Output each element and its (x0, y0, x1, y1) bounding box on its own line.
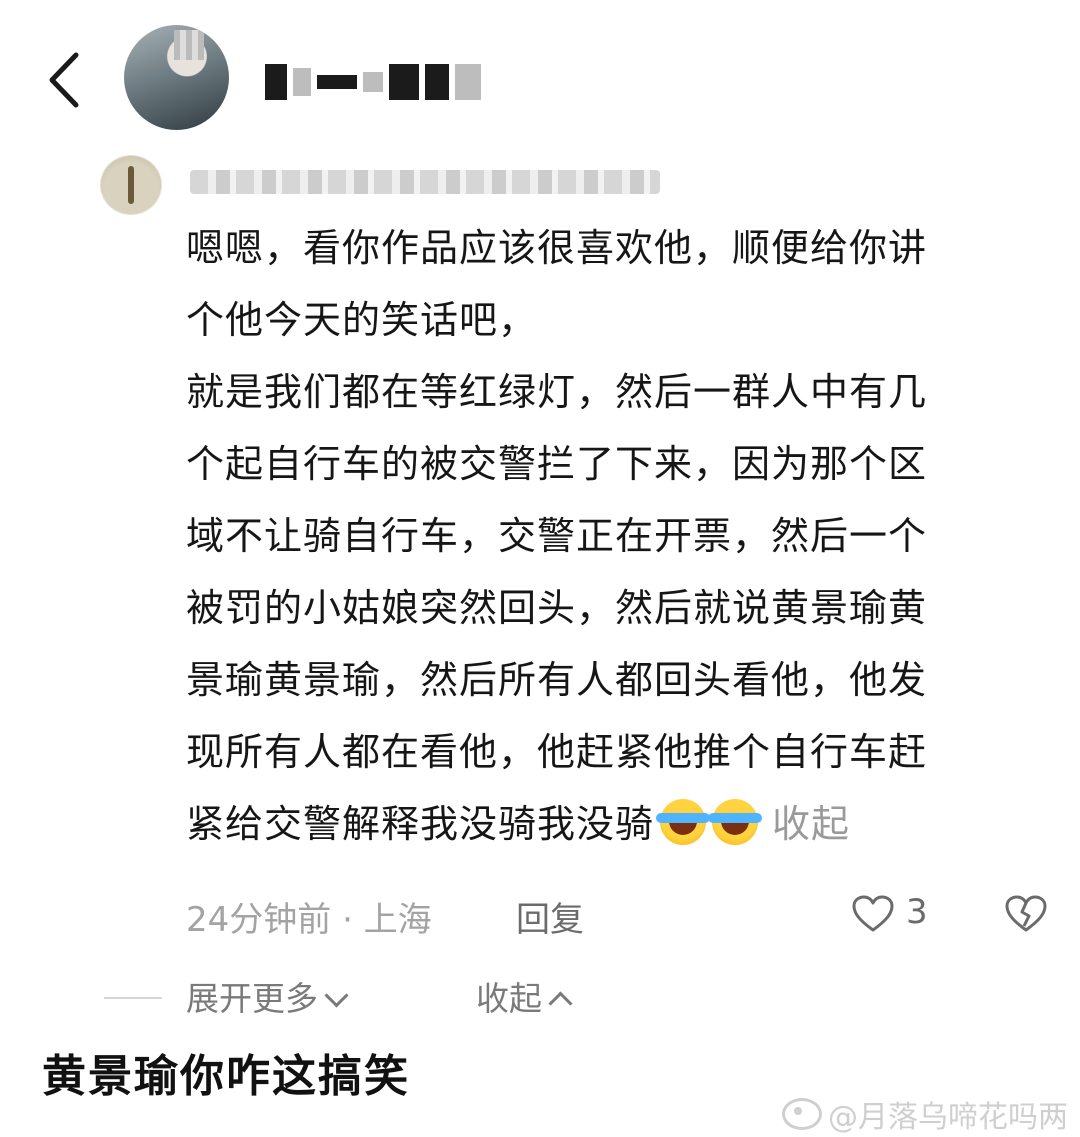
comment-time-location: 24分钟前 · 上海 (186, 900, 432, 940)
comment-line: 就是我们都在等红绿灯，然后一群人中有几 (186, 370, 928, 414)
redaction-block (389, 64, 419, 100)
chevron-up-icon (548, 991, 573, 1016)
expand-more-label: 展开更多 (186, 979, 318, 1018)
commenter-name-redacted (190, 170, 660, 194)
comment-action-row: 24分钟前 · 上海 回复 3 (186, 892, 1066, 942)
comment-line: 紧给交警解释我没骑我没骑 (186, 802, 655, 846)
collapse-text-link[interactable]: 收起 (772, 802, 850, 846)
author-avatar[interactable] (124, 25, 229, 130)
laugh-cry-emoji-icon (708, 799, 763, 845)
watermark-text: @月落乌啼花吗两 (828, 1100, 1068, 1135)
reply-button[interactable]: 回复 (516, 892, 584, 941)
comment-last-line: 紧给交警解释我没骑我没骑 收起 (186, 788, 1046, 860)
chevron-left-icon (49, 52, 79, 108)
thread-controls: 展开更多 收起 (0, 972, 1080, 1022)
comment-line: 景瑜黄景瑜，然后所有人都回头看他，他发 (186, 658, 928, 702)
chevron-down-icon (324, 983, 349, 1008)
redaction-block (293, 68, 311, 96)
comment-line: 现所有人都在看他，他赶紧他推个自行车赶 (186, 730, 928, 774)
comment-line: 被罚的小姑娘突然回头，然后就说黄景瑜黄 (186, 586, 928, 630)
author-name-redacted (265, 62, 481, 102)
comment-line: 嗯嗯，看你作品应该很喜欢他，顺便给你讲 (186, 226, 928, 270)
comment-line: 域不让骑自行车，交警正在开票，然后一个 (186, 514, 928, 558)
redaction-block (425, 64, 449, 100)
collapse-label: 收起 (476, 979, 542, 1018)
redaction-block (317, 75, 357, 89)
comment-line: 个他今天的笑话吧， (186, 298, 538, 342)
watermark: @月落乌啼花吗两 (782, 1092, 1068, 1136)
thread-divider (104, 997, 162, 999)
comment-text: 嗯嗯，看你作品应该很喜欢他，顺便给你讲 个他今天的笑话吧， 就是我们都在等红绿灯… (186, 212, 1046, 860)
like-count: 3 (906, 892, 928, 932)
post-caption: 黄景瑜你咋这搞笑 (42, 1051, 410, 1102)
weibo-icon (782, 1098, 822, 1130)
top-bar (0, 0, 1080, 150)
broken-heart-icon[interactable] (1004, 894, 1048, 934)
heart-icon[interactable] (851, 894, 895, 934)
back-button[interactable] (40, 45, 90, 115)
comment-line: 个起自行车的被交警拦了下来，因为那个区 (186, 442, 928, 486)
redaction-block (455, 64, 481, 100)
redaction-block (363, 72, 383, 92)
commenter-avatar[interactable] (100, 155, 162, 215)
expand-more-button[interactable]: 展开更多 (186, 972, 349, 1020)
laugh-cry-emoji-icon (656, 799, 711, 845)
collapse-button[interactable]: 收起 (476, 972, 573, 1020)
redaction-block (265, 64, 287, 100)
